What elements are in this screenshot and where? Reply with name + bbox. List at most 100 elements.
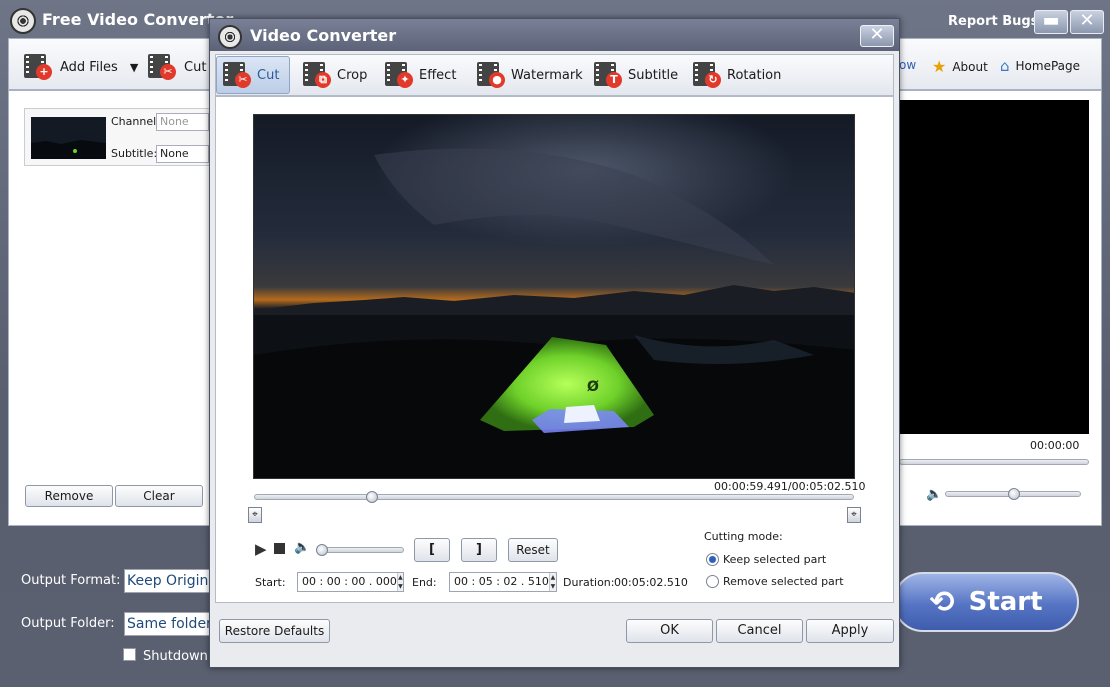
set-start-button[interactable]: [ (414, 538, 450, 562)
end-time-value: 00 : 05 : 02 . 510 (454, 575, 549, 588)
output-folder-field[interactable]: Same folder as the (124, 612, 210, 636)
duration-label: Duration: (563, 576, 615, 589)
output-folder-label: Output Folder: (21, 616, 115, 631)
about-medal-icon: ★ (932, 57, 947, 76)
chevron-down-icon[interactable]: ▼ (130, 61, 138, 74)
add-files-label: Add Files (60, 59, 118, 75)
remove-button[interactable]: Remove (25, 485, 113, 507)
output-format-select[interactable]: Keep Original (124, 569, 210, 593)
tab-rotation-label: Rotation (727, 67, 782, 83)
preview-volume-knob[interactable] (1008, 488, 1020, 500)
preview-seek-bar[interactable] (899, 459, 1089, 465)
video-preview: Ø (253, 114, 855, 479)
volume-knob[interactable] (316, 544, 328, 556)
end-time-label: End: (412, 576, 437, 589)
tab-watermark-label: Watermark (511, 67, 583, 83)
total-time: 00:05:02.510 (791, 480, 866, 493)
volume-slider[interactable] (316, 547, 404, 553)
end-time-input[interactable]: 00 : 05 : 02 . 510 ▲ ▼ (449, 572, 557, 592)
duration-value: 00:05:02.510 (614, 576, 688, 589)
tab-cut[interactable]: ✂ Cut (216, 56, 290, 94)
start-marker-handle[interactable]: ⌖ (248, 507, 262, 523)
remove-selected-radio[interactable] (706, 575, 719, 588)
file-thumbnail (31, 117, 106, 159)
end-marker-handle[interactable]: ⌖ (847, 507, 861, 523)
start-button-label: Start (968, 587, 1043, 617)
start-time-value: 00 : 00 : 00 . 000 (302, 575, 397, 588)
about-label: About (952, 59, 988, 74)
crop-icon: ⧉ (303, 62, 333, 88)
start-button[interactable]: ⟲ Start (893, 572, 1079, 632)
set-end-button[interactable]: ] (461, 538, 497, 562)
restore-defaults-button[interactable]: Restore Defaults (219, 619, 330, 643)
preview-time: 00:00:00 (1030, 439, 1080, 452)
convert-arrows-icon: ⟲ (929, 584, 955, 620)
preview-volume-icon[interactable]: 🔈 (926, 487, 942, 502)
shutdown-checkbox[interactable] (123, 648, 136, 661)
tab-effect-label: Effect (419, 67, 457, 83)
apply-button[interactable]: Apply (806, 619, 894, 643)
subtitle-label: Subtitle: (111, 147, 158, 160)
tab-subtitle-label: Subtitle (628, 67, 679, 83)
minimize-icon: ▬ (1042, 10, 1060, 31)
main-close-button[interactable]: ✕ (1070, 10, 1104, 34)
channel-select[interactable]: None (156, 113, 209, 131)
main-cut-button[interactable]: ✂ Cut (148, 54, 206, 80)
main-cut-label: Cut (184, 59, 207, 75)
add-files-icon: + (24, 54, 54, 80)
clear-button[interactable]: Clear (115, 485, 203, 507)
bracket-open-icon: [ (429, 542, 435, 557)
remove-selected-label[interactable]: Remove selected part (723, 575, 844, 588)
spin-arrows-icon[interactable]: ▲ ▼ (548, 573, 556, 591)
tab-watermark[interactable]: ● Watermark (470, 56, 590, 94)
dialog-reel-icon (218, 25, 242, 49)
tab-cut-label: Cut (257, 67, 280, 83)
about-button[interactable]: ★ About (932, 57, 988, 76)
scissors-icon: ✂ (148, 54, 178, 80)
keep-selected-radio[interactable] (706, 553, 719, 566)
reset-button[interactable]: Reset (508, 538, 558, 562)
home-icon: ⌂ (1000, 57, 1010, 75)
subtitle-select[interactable]: None (156, 145, 209, 163)
video-frame-image: Ø (254, 115, 854, 478)
add-files-button[interactable]: + Add Files ▼ (24, 54, 138, 80)
svg-text:Ø: Ø (587, 379, 599, 395)
tab-crop[interactable]: ⧉ Crop (296, 56, 374, 94)
video-timecode: 00:00:59.491/00:05:02.510 (714, 480, 866, 493)
stop-icon[interactable] (274, 543, 285, 554)
homepage-button[interactable]: ⌂ HomePage (1000, 57, 1080, 75)
close-icon: ✕ (869, 24, 885, 45)
play-icon[interactable]: ▶ (255, 540, 267, 558)
start-time-input[interactable]: 00 : 00 : 00 . 000 ▲ ▼ (297, 572, 404, 592)
shutdown-label: Shutdown after (143, 649, 209, 664)
scissors-icon: ✂ (223, 62, 253, 88)
close-icon: ✕ (1079, 10, 1095, 31)
tab-crop-label: Crop (337, 67, 368, 83)
app-reel-icon (10, 8, 36, 34)
cutting-mode-label: Cutting mode: (704, 530, 783, 543)
main-window-title: Free Video Converter (42, 10, 234, 29)
watermark-drop-icon: ● (477, 62, 507, 88)
output-format-label: Output Format: (21, 573, 121, 588)
bracket-close-icon: ] (476, 542, 482, 557)
dialog-close-button[interactable]: ✕ (860, 25, 894, 47)
truncated-toolbar-text: ow (899, 58, 917, 72)
subtitle-t-icon: T (594, 62, 624, 88)
tab-rotation[interactable]: ↻ Rotation (686, 56, 788, 94)
spin-arrows-icon[interactable]: ▲ ▼ (396, 573, 403, 591)
report-bugs-link[interactable]: Report Bugs (948, 14, 1038, 29)
ok-button[interactable]: OK (626, 619, 713, 643)
channel-label: Channel: (111, 115, 160, 128)
minimize-button[interactable]: ▬ (1034, 10, 1068, 34)
tab-effect[interactable]: ✦ Effect (378, 56, 463, 94)
current-time: 00:00:59.491 (714, 480, 788, 493)
cancel-button[interactable]: Cancel (716, 619, 803, 643)
volume-icon[interactable]: 🔈 (294, 540, 310, 555)
rotation-icon: ↻ (693, 62, 723, 88)
seek-bar[interactable] (254, 494, 854, 500)
homepage-label: HomePage (1015, 59, 1081, 73)
keep-selected-label[interactable]: Keep selected part (723, 553, 826, 566)
tab-subtitle[interactable]: T Subtitle (587, 56, 685, 94)
preview-screen (899, 100, 1089, 434)
effect-wand-icon: ✦ (385, 62, 415, 88)
